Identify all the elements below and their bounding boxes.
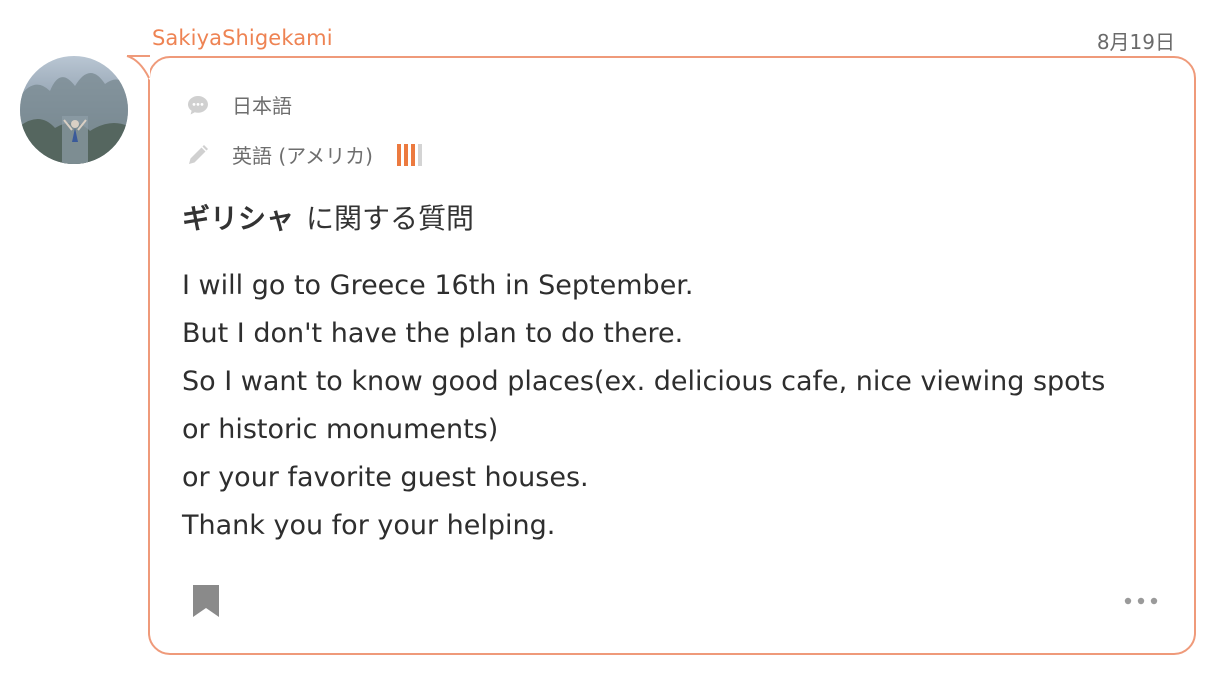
bookmark-icon[interactable] bbox=[192, 584, 220, 618]
more-options-icon[interactable] bbox=[1122, 594, 1160, 608]
post-body-line: or historic monuments) bbox=[182, 414, 499, 445]
post-body-line: Thank you for your helping. bbox=[182, 510, 556, 541]
post-title-suffix: に関する質問 bbox=[306, 202, 475, 235]
speech-tail bbox=[126, 55, 150, 80]
post-title: ギリシャ に関する質問 bbox=[182, 197, 474, 237]
learning-language-label: 英語 (アメリカ) bbox=[232, 144, 373, 168]
post-body-line: or your favorite guest houses. bbox=[182, 462, 589, 493]
level-bar-filled bbox=[403, 143, 408, 166]
level-bar-filled bbox=[410, 143, 415, 166]
post-body-line: But I don't have the plan to do there. bbox=[182, 318, 684, 349]
proficiency-level-bars bbox=[396, 143, 422, 166]
author-name[interactable]: SakiyaShigekami bbox=[152, 26, 333, 50]
post-body-line: So I want to know good places(ex. delici… bbox=[182, 366, 1106, 397]
post-page: SakiyaShigekami 8月19日 日本語 英語 (アメリカ) ギリシャ… bbox=[0, 0, 1222, 684]
post-body-line: I will go to Greece 16th in September. bbox=[182, 270, 694, 301]
avatar[interactable] bbox=[20, 56, 128, 164]
speech-bubble-icon bbox=[188, 95, 208, 114]
post-date: 8月19日 bbox=[1096, 30, 1175, 54]
post-title-topic[interactable]: ギリシャ bbox=[182, 202, 294, 235]
level-bar-empty bbox=[417, 143, 422, 166]
native-language-row: 日本語 bbox=[186, 90, 292, 119]
post-body: I will go to Greece 16th in September. B… bbox=[182, 262, 1182, 550]
learning-language-row: 英語 (アメリカ) bbox=[186, 140, 422, 169]
native-language-label: 日本語 bbox=[232, 94, 292, 118]
level-bar-filled bbox=[396, 143, 401, 166]
pencil-icon bbox=[189, 144, 208, 164]
